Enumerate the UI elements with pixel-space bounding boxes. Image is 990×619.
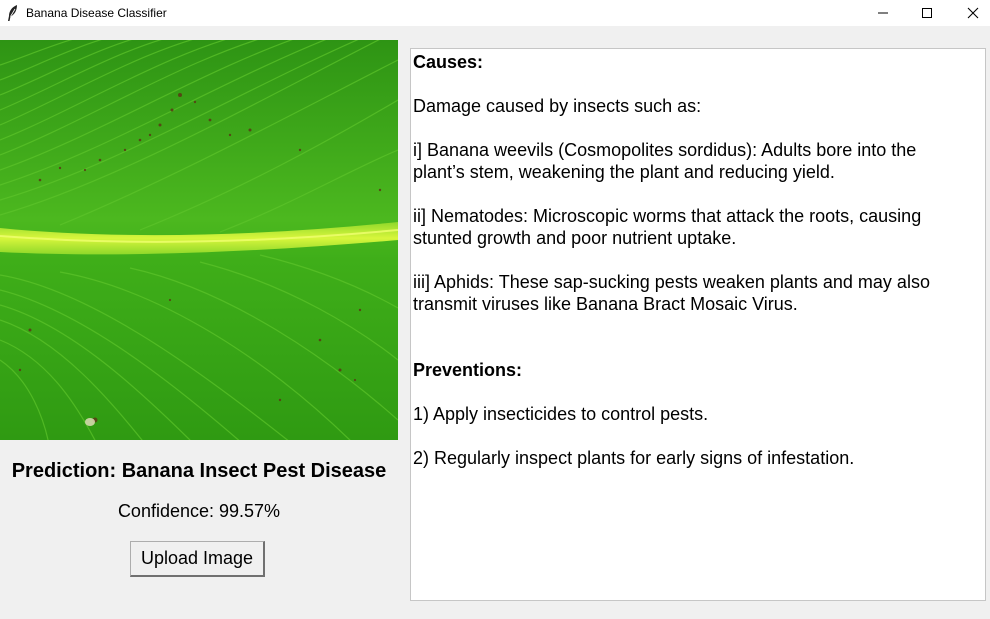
preventions-heading: Preventions: xyxy=(413,360,523,380)
cause-3-line-2: transmit viruses like Banana Bract Mosai… xyxy=(413,294,798,314)
cause-1-line-2: plant’s stem, weakening the plant and re… xyxy=(413,162,835,182)
main-content: Prediction: Banana Insect Pest Disease C… xyxy=(0,26,990,619)
cause-1-line-1: i] Banana weevils (Cosmopolites sordidus… xyxy=(413,140,917,160)
prediction-label: Prediction: Banana Insect Pest Disease xyxy=(11,460,387,482)
prevention-1: 1) Apply insecticides to control pests. xyxy=(413,404,709,424)
prevention-2: 2) Regularly inspect plants for early si… xyxy=(413,448,855,468)
window-title: Banana Disease Classifier xyxy=(26,6,167,20)
upload-image-button[interactable]: Upload Image xyxy=(130,541,265,577)
disease-info-text[interactable]: Causes: Damage caused by insects such as… xyxy=(410,48,986,601)
close-button[interactable] xyxy=(950,0,990,26)
maximize-icon xyxy=(922,8,932,18)
confidence-label: Confidence: 99.57% xyxy=(117,501,281,521)
cause-2-line-2: stunted growth and poor nutrient uptake. xyxy=(413,228,737,248)
maximize-button[interactable] xyxy=(904,0,950,26)
title-bar[interactable]: Banana Disease Classifier xyxy=(0,0,990,26)
causes-intro: Damage caused by insects such as: xyxy=(413,96,702,116)
cause-2-line-1: ii] Nematodes: Microscopic worms that at… xyxy=(413,206,922,226)
app-window: Banana Disease Classifier Prediction: Ba… xyxy=(0,0,990,619)
banana-leaf-image xyxy=(0,40,398,440)
causes-heading: Causes: xyxy=(413,52,484,72)
cause-3-line-1: iii] Aphids: These sap-sucking pests wea… xyxy=(413,272,930,292)
minimize-button[interactable] xyxy=(860,0,906,26)
feather-icon xyxy=(6,4,20,22)
close-icon xyxy=(967,7,979,19)
minimize-icon xyxy=(878,12,888,14)
